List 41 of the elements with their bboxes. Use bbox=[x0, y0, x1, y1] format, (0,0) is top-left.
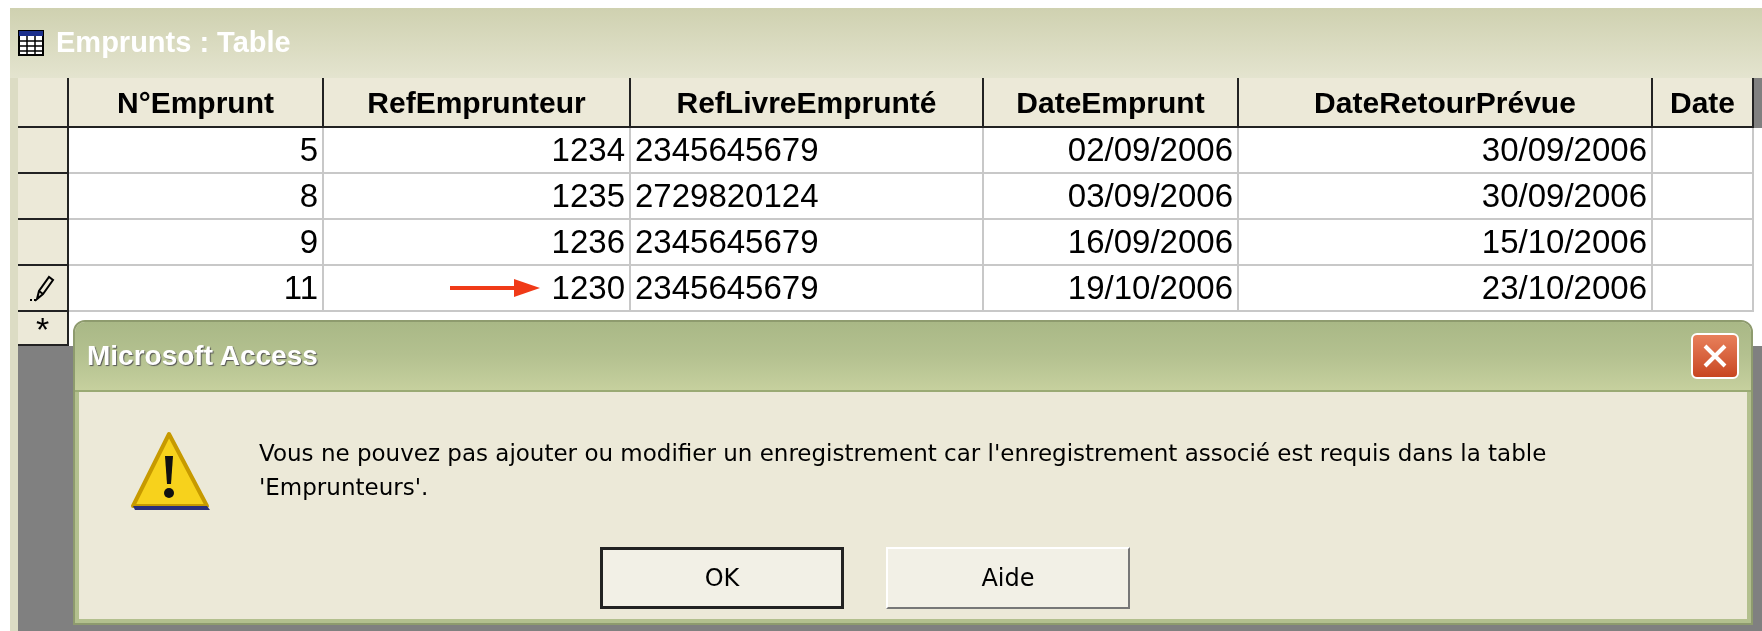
pencil-icon bbox=[28, 273, 57, 303]
row-selector[interactable] bbox=[18, 220, 69, 266]
table-cell: 1235 bbox=[324, 174, 631, 220]
table-cell: 1230 bbox=[324, 266, 631, 312]
table-cell: 19/10/2006 bbox=[984, 266, 1239, 312]
table-cell: 16/09/2006 bbox=[984, 220, 1239, 266]
table-icon bbox=[18, 30, 44, 56]
column-header[interactable]: N°Emprunt bbox=[69, 78, 324, 128]
dialog-title: Microsoft Access bbox=[87, 339, 318, 373]
column-header[interactable]: DateRetourPrévue bbox=[1239, 78, 1653, 128]
row-selector[interactable] bbox=[18, 128, 69, 174]
new-row-selector[interactable]: * bbox=[18, 312, 69, 346]
table-cell: 03/09/2006 bbox=[984, 174, 1239, 220]
column-header[interactable]: RefLivreEmprunté bbox=[631, 78, 984, 128]
dialog-button[interactable]: Aide bbox=[886, 547, 1130, 609]
table-cell: 5 bbox=[69, 128, 324, 174]
row-selector[interactable] bbox=[18, 266, 69, 312]
table-cell: 2345645679 bbox=[631, 128, 984, 174]
table-cell: 2729820124 bbox=[631, 174, 984, 220]
window-title: Emprunts : Table bbox=[56, 25, 291, 61]
table-cell: 30/09/2006 bbox=[1239, 174, 1653, 220]
column-header[interactable]: RefEmprunteur bbox=[324, 78, 631, 128]
close-button[interactable] bbox=[1691, 333, 1739, 379]
table-cell: 1236 bbox=[324, 220, 631, 266]
dialog-message: Vous ne pouvez pas ajouter ou modifier un enregistrement car l'enregistrement associé est requis dans la table 'Emprunteurs'. bbox=[259, 439, 1548, 502]
table-cell: 15/10/2006 bbox=[1239, 220, 1653, 266]
table-cell: 02/09/2006 bbox=[984, 128, 1239, 174]
table-cell: 8 bbox=[69, 174, 324, 220]
table-cell: 23/10/2006 bbox=[1239, 266, 1653, 312]
table-cell: 30/09/2006 bbox=[1239, 128, 1653, 174]
table-cell: 11 bbox=[69, 266, 324, 312]
row-selector[interactable] bbox=[18, 174, 69, 220]
table-cell: 9 bbox=[69, 220, 324, 266]
select-all-cell[interactable] bbox=[18, 78, 69, 128]
dialog-button[interactable]: OK bbox=[600, 547, 844, 609]
table-cell: 2345645679 bbox=[631, 220, 984, 266]
table-cell: 2345645679 bbox=[631, 266, 984, 312]
column-header[interactable]: Date bbox=[1653, 78, 1754, 128]
close-icon bbox=[1702, 343, 1728, 369]
column-header[interactable]: DateEmprunt bbox=[984, 78, 1239, 128]
table-cell: 1234 bbox=[324, 128, 631, 174]
